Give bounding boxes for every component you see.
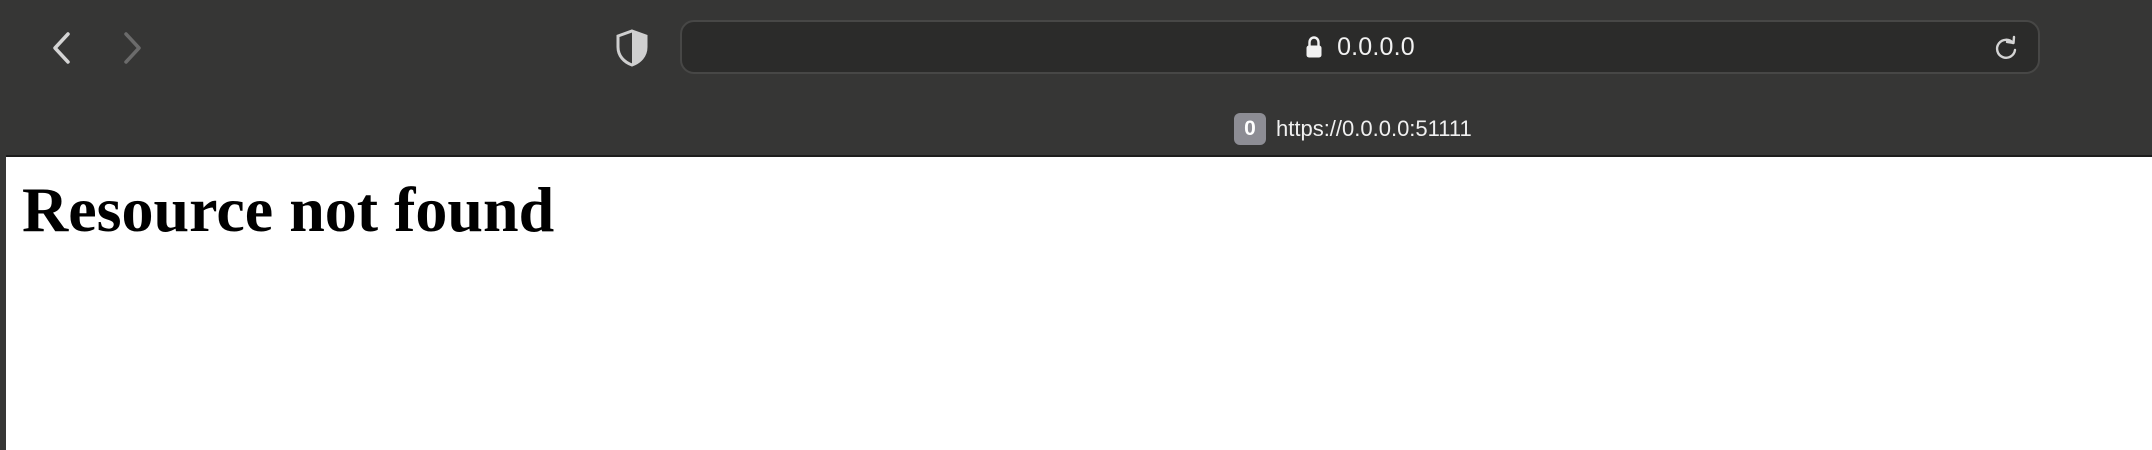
browser-toolbar: 0.0.0.0 0 https://0.0.0.0:51111: [0, 0, 2152, 157]
chevron-left-icon: [53, 32, 70, 64]
tab-current[interactable]: 0 https://0.0.0.0:51111: [1234, 112, 1472, 146]
shield-icon[interactable]: [614, 28, 650, 68]
page-title: Resource not found: [22, 174, 555, 245]
tab-badge: 0: [1234, 113, 1266, 145]
forward-button[interactable]: [110, 26, 154, 70]
tab-title: https://0.0.0.0:51111: [1276, 116, 1472, 141]
page-content: Resource not found: [6, 157, 2152, 450]
address-bar[interactable]: 0.0.0.0: [680, 20, 2040, 74]
back-button[interactable]: [40, 26, 84, 70]
lock-icon: [1306, 36, 1322, 58]
address-text: 0.0.0.0: [1337, 32, 1415, 61]
browser-window: 0.0.0.0 0 https://0.0.0.0:51111 Resource…: [0, 0, 2152, 450]
chevron-right-icon: [124, 32, 141, 64]
reload-icon[interactable]: [1992, 34, 2020, 62]
address-bar-content: 0.0.0.0: [682, 22, 2038, 72]
